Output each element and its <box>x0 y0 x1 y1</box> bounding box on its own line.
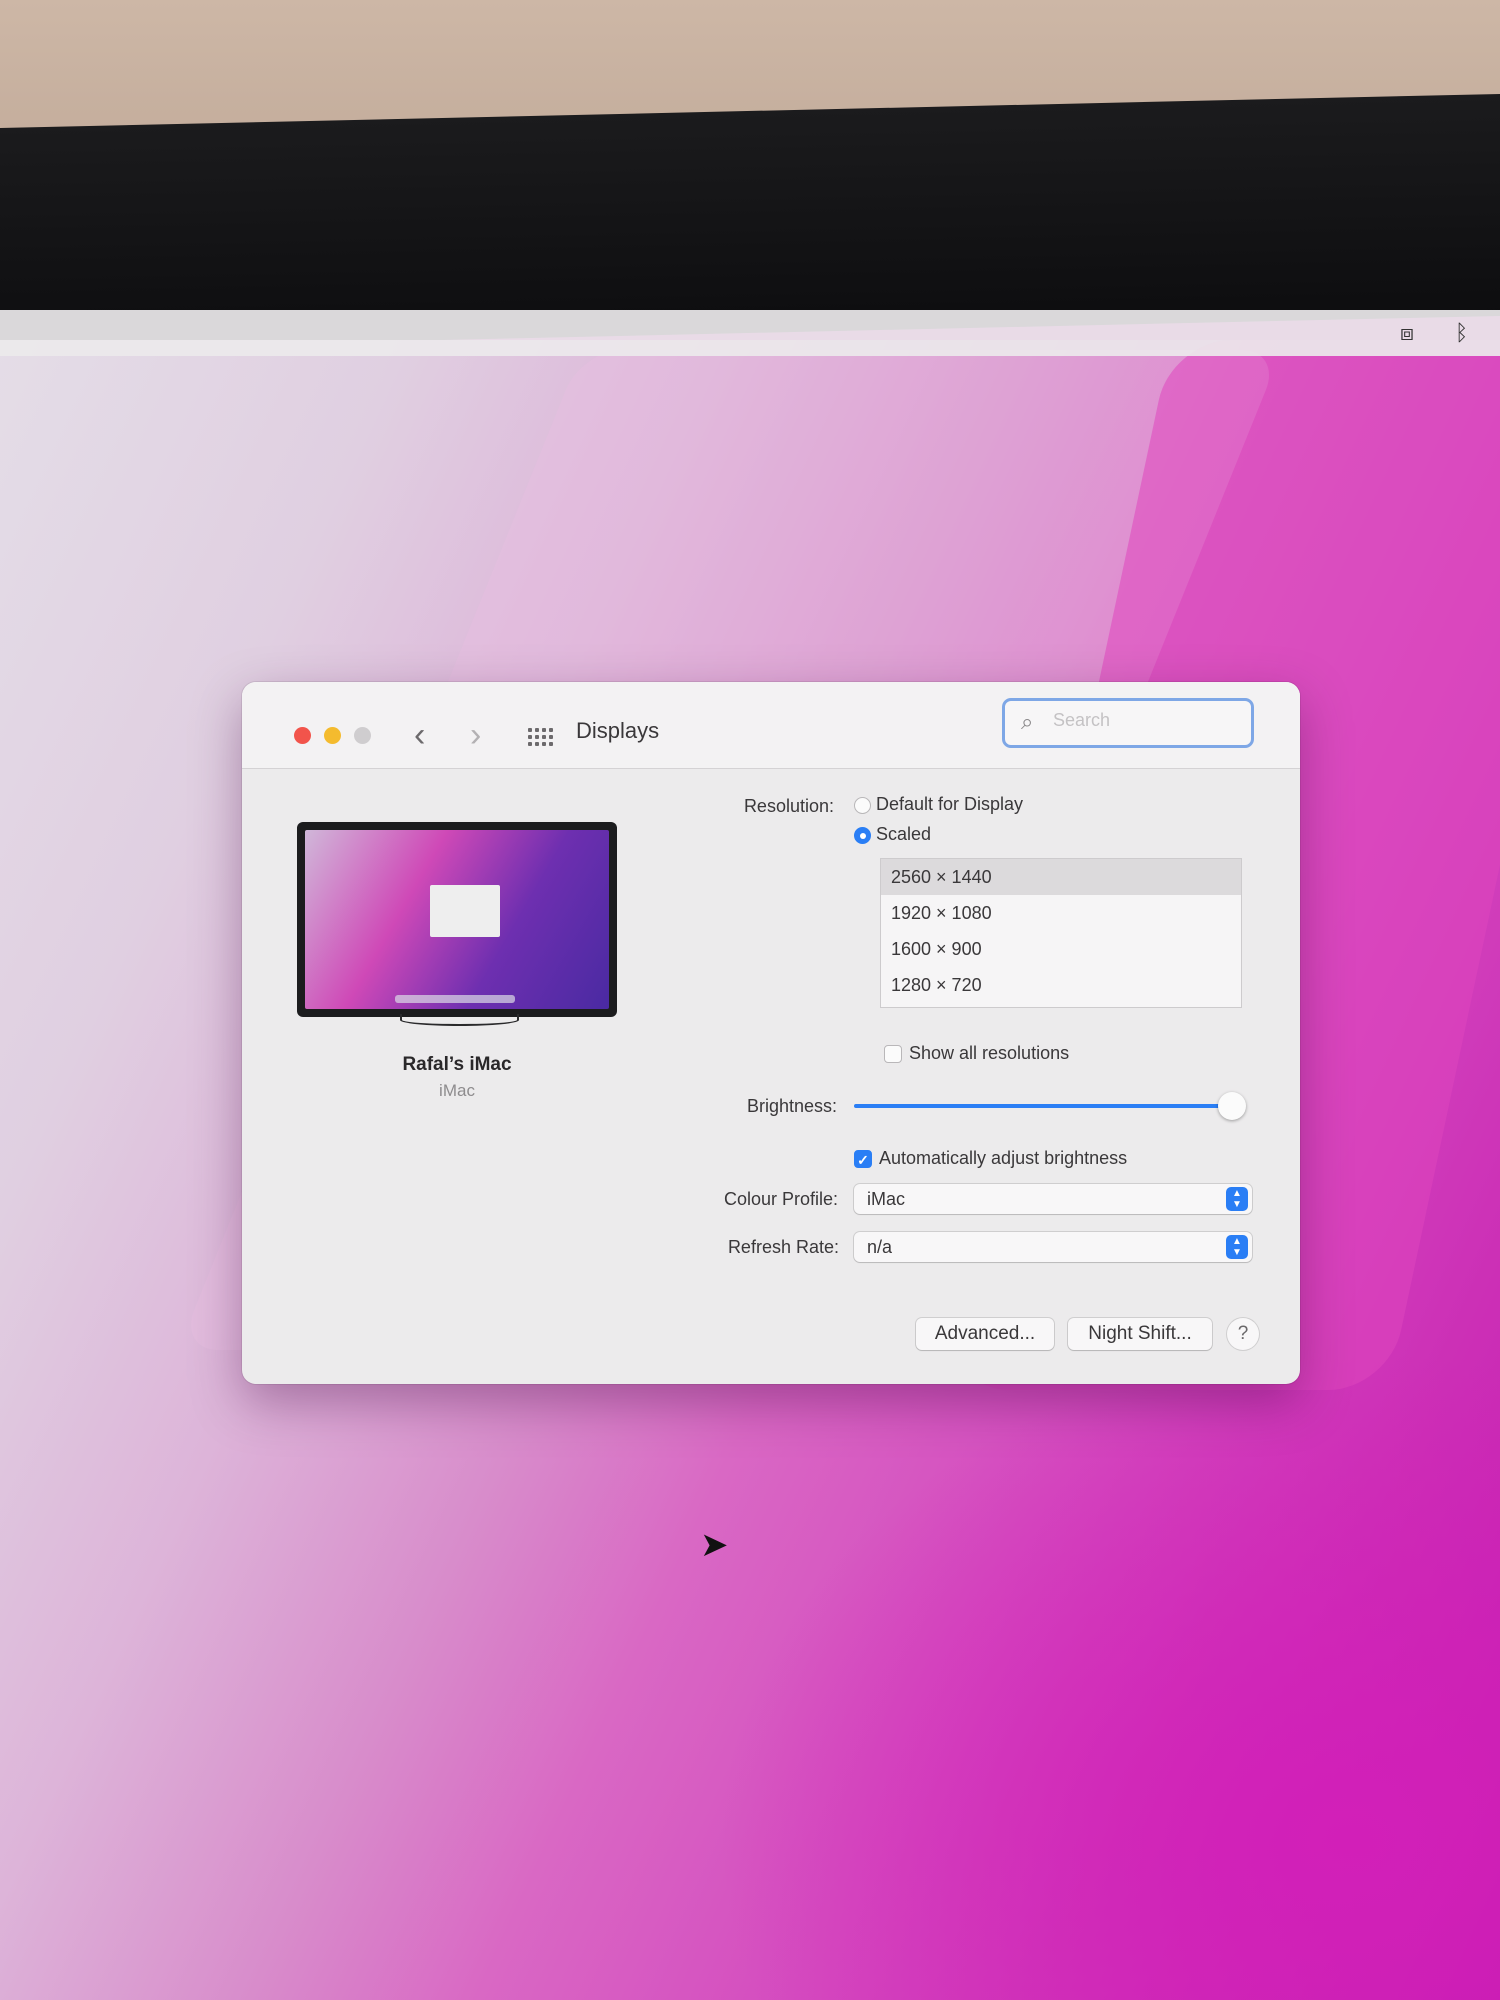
brightness-slider-track[interactable] <box>854 1104 1244 1108</box>
refresh-rate-popup[interactable]: n/a ▲ ▼ <box>854 1232 1252 1262</box>
display-name: Rafal’s iMac <box>402 1054 512 1075</box>
scaled-label[interactable]: Scaled <box>876 824 931 845</box>
resolution-row[interactable]: 1600 × 900 <box>881 931 1241 967</box>
show-all-resolutions-label[interactable]: Show all resolutions <box>909 1043 1069 1064</box>
resolution-label: Resolution: <box>743 796 834 816</box>
search-icon: ⌕ <box>1021 709 1034 734</box>
resolution-row[interactable]: 1280 × 720 <box>881 967 1241 1003</box>
show-all-resolutions-checkbox[interactable] <box>884 1045 902 1063</box>
resolution-row[interactable]: 2560 × 1440 <box>881 859 1241 895</box>
advanced-button[interactable]: Advanced... <box>916 1318 1054 1350</box>
display-preview-image <box>297 822 617 1017</box>
display-preview-window <box>430 885 500 937</box>
default-for-display-label[interactable]: Default for Display <box>876 794 1023 815</box>
display-preview-dock <box>395 995 515 1003</box>
display-model: iMac <box>439 1081 475 1100</box>
radio-default-for-display[interactable] <box>854 797 871 814</box>
search-field[interactable]: ⌕ <box>1002 698 1254 748</box>
menu-bar: ⧈ ᛒ <box>0 310 1500 356</box>
chevron-right-icon[interactable]: › <box>470 716 481 755</box>
brightness-slider-knob[interactable] <box>1218 1092 1247 1120</box>
updown-arrows-icon: ▲ ▼ <box>1226 1187 1248 1211</box>
auto-brightness-label[interactable]: Automatically adjust brightness <box>879 1148 1127 1169</box>
colour-profile-value: iMac <box>867 1189 906 1209</box>
title-bar: ‹ › Displays ⌕ <box>242 682 1300 769</box>
window-title: Displays <box>576 718 660 743</box>
refresh-rate-value: n/a <box>867 1237 893 1257</box>
displays-window: ‹ › Displays ⌕ Rafal’s iMac iMac Resolut… <box>242 682 1300 1384</box>
night-shift-button[interactable]: Night Shift... <box>1068 1318 1212 1350</box>
display-preview-stand <box>400 1014 519 1026</box>
display-preview-screen <box>305 830 609 1009</box>
close-button[interactable] <box>294 727 311 744</box>
refresh-rate-label: Refresh Rate: <box>727 1237 839 1257</box>
zoom-button <box>354 727 371 744</box>
resolution-row[interactable]: 1920 × 1080 <box>881 895 1241 931</box>
minimize-button[interactable] <box>324 727 341 744</box>
radio-scaled[interactable] <box>854 827 871 844</box>
auto-brightness-checkbox[interactable]: ✓ <box>854 1150 872 1168</box>
chevron-left-icon[interactable]: ‹ <box>414 716 425 755</box>
help-button[interactable]: ? <box>1227 1318 1259 1350</box>
colour-profile-label: Colour Profile: <box>723 1189 838 1209</box>
colour-profile-popup[interactable]: iMac ▲ ▼ <box>854 1184 1252 1214</box>
grid-icon[interactable] <box>528 728 553 746</box>
brightness-label: Brightness: <box>746 1096 837 1116</box>
bluetooth-icon[interactable]: ᛒ <box>1455 320 1468 346</box>
resolution-list: 2560 × 1440 1920 × 1080 1600 × 900 1280 … <box>880 858 1242 1008</box>
search-input[interactable] <box>1051 709 1245 732</box>
control-center-icon[interactable]: ⧈ <box>1400 320 1414 346</box>
updown-arrows-icon: ▲ ▼ <box>1226 1235 1248 1259</box>
mouse-cursor-icon: ➤ <box>700 1526 729 1564</box>
